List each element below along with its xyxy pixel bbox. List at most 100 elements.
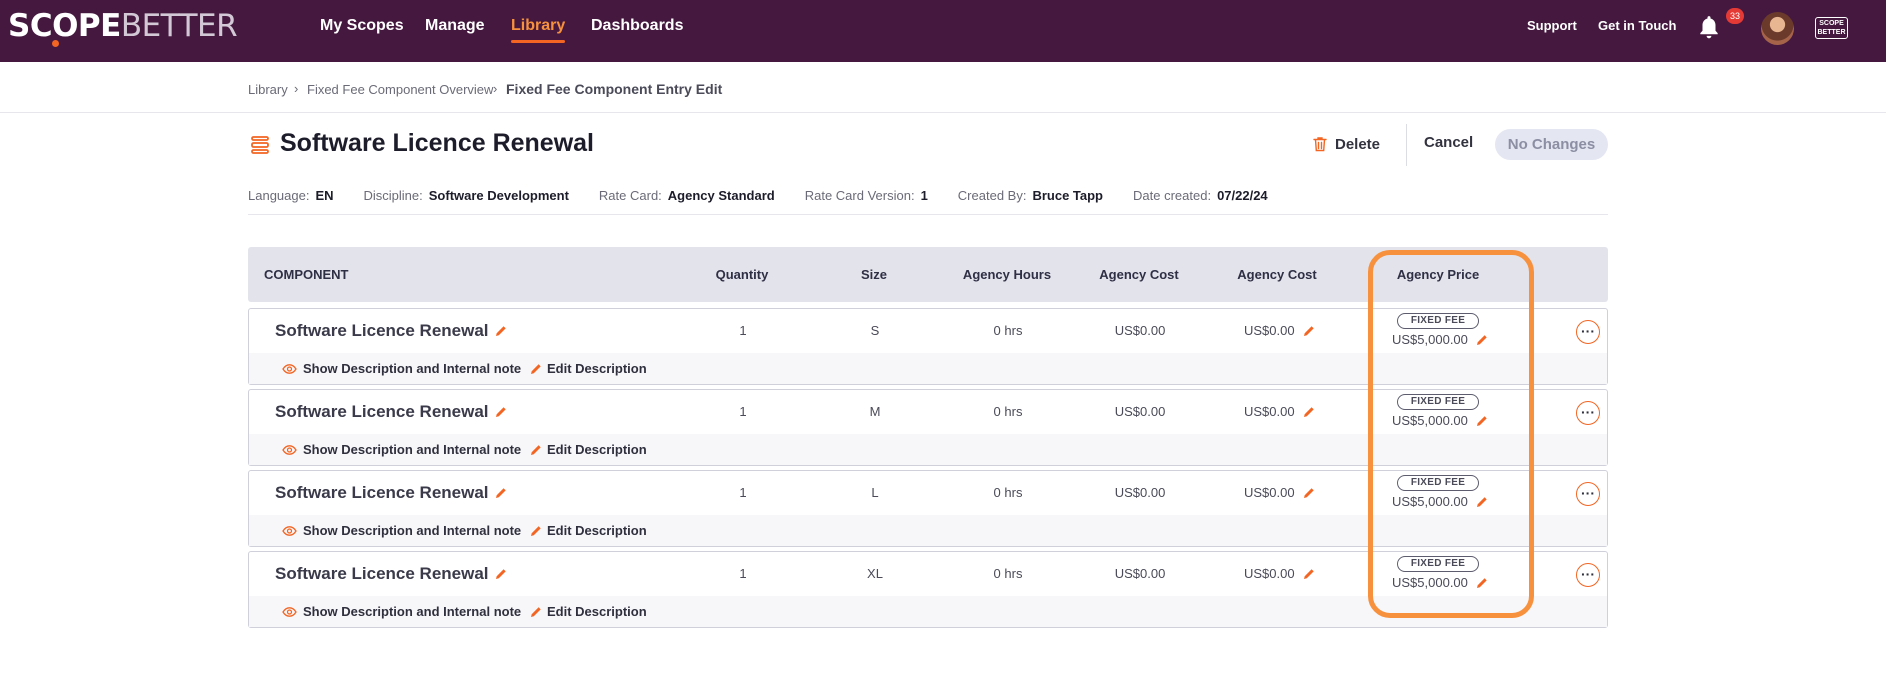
pencil-icon[interactable] bbox=[1476, 415, 1488, 427]
pencil-icon[interactable] bbox=[495, 406, 507, 418]
component-name[interactable]: Software Licence Renewal bbox=[275, 321, 507, 341]
pencil-icon[interactable] bbox=[495, 487, 507, 499]
nav-manage[interactable]: Manage bbox=[425, 17, 485, 35]
agency-cost-value: US$0.00 bbox=[1244, 404, 1295, 419]
agency-cost-editable-cell: US$0.00 bbox=[1244, 323, 1315, 338]
agency-cost-cell: US$0.00 bbox=[1114, 323, 1166, 338]
row-more-options-button[interactable] bbox=[1576, 401, 1600, 425]
nav-library[interactable]: Library bbox=[511, 17, 566, 43]
delete-label: Delete bbox=[1335, 135, 1381, 153]
quantity-cell: 1 bbox=[739, 404, 747, 419]
eye-icon bbox=[282, 363, 297, 374]
notification-bell-icon[interactable] bbox=[1696, 14, 1722, 40]
notification-count-badge: 33 bbox=[1726, 8, 1744, 24]
delete-button[interactable]: Delete bbox=[1313, 132, 1380, 156]
agency-price-value: US$5,000.00 bbox=[1392, 413, 1468, 428]
created-by-label: Created By: bbox=[957, 188, 1027, 203]
show-description-link[interactable]: Show Description and Internal note bbox=[282, 604, 521, 619]
logo-dot bbox=[52, 40, 59, 47]
pencil-icon[interactable] bbox=[1303, 568, 1315, 580]
edit-description-label: Edit Description bbox=[547, 523, 647, 538]
page-title: Software Licence Renewal bbox=[280, 129, 595, 157]
header-quantity: Quantity bbox=[715, 267, 769, 282]
cancel-button[interactable]: Cancel bbox=[1424, 134, 1473, 151]
nav-dashboards[interactable]: Dashboards bbox=[591, 17, 683, 35]
pencil-icon[interactable] bbox=[495, 568, 507, 580]
pencil-icon[interactable] bbox=[1303, 487, 1315, 499]
table-header: COMPONENT Quantity Size Agency Hours Age… bbox=[248, 247, 1608, 302]
breadcrumb-fixed-fee-overview[interactable]: Fixed Fee Component Overview bbox=[307, 82, 493, 97]
agency-hours-cell: 0 hrs bbox=[993, 323, 1023, 338]
workspace-logo[interactable]: SCOPE BETTER bbox=[1815, 17, 1848, 39]
component-name-text: Software Licence Renewal bbox=[275, 564, 489, 583]
edit-description-label: Edit Description bbox=[547, 604, 647, 619]
agency-price-cell: US$5,000.00 bbox=[1392, 494, 1488, 509]
nav-my-scopes[interactable]: My Scopes bbox=[320, 17, 404, 35]
scopebetter-logo[interactable]: SCOPEBETTER bbox=[8, 8, 238, 47]
row-more-options-button[interactable] bbox=[1576, 482, 1600, 506]
agency-price-value: US$5,000.00 bbox=[1392, 332, 1468, 347]
save-button[interactable]: No Changes bbox=[1495, 129, 1608, 160]
agency-cost-editable-cell: US$0.00 bbox=[1244, 404, 1315, 419]
pencil-icon bbox=[531, 606, 541, 617]
fixed-fee-badge: FIXED FEE bbox=[1397, 394, 1479, 410]
agency-cost-editable-cell: US$0.00 bbox=[1244, 485, 1315, 500]
table-row: Software Licence Renewal 1 S 0 hrs US$0.… bbox=[248, 308, 1608, 385]
quantity-cell: 1 bbox=[739, 485, 747, 500]
size-cell: L bbox=[871, 485, 879, 500]
rate-card-value: Agency Standard bbox=[667, 188, 775, 203]
row-more-options-button[interactable] bbox=[1576, 320, 1600, 344]
pencil-icon[interactable] bbox=[1476, 577, 1488, 589]
show-description-link[interactable]: Show Description and Internal note bbox=[282, 442, 521, 457]
edit-description-label: Edit Description bbox=[547, 361, 647, 376]
component-name[interactable]: Software Licence Renewal bbox=[275, 564, 507, 584]
pencil-icon[interactable] bbox=[1476, 496, 1488, 508]
component-name-text: Software Licence Renewal bbox=[275, 483, 489, 502]
breadcrumb-library[interactable]: Library bbox=[248, 82, 288, 97]
header-agency-hours: Agency Hours bbox=[962, 267, 1052, 282]
fixed-fee-badge: FIXED FEE bbox=[1397, 313, 1479, 329]
show-description-label: Show Description and Internal note bbox=[303, 523, 522, 538]
pencil-icon[interactable] bbox=[1303, 325, 1315, 337]
header-size: Size bbox=[860, 267, 888, 282]
agency-price-cell: US$5,000.00 bbox=[1392, 575, 1488, 590]
agency-price-cell: US$5,000.00 bbox=[1392, 332, 1488, 347]
edit-description-link[interactable]: Edit Description bbox=[530, 604, 647, 619]
user-avatar[interactable] bbox=[1761, 12, 1794, 45]
edit-description-link[interactable]: Edit Description bbox=[530, 361, 647, 376]
trash-icon bbox=[1313, 137, 1327, 152]
edit-description-link[interactable]: Edit Description bbox=[530, 442, 647, 457]
pencil-icon bbox=[531, 525, 541, 536]
entry-metadata: Language: EN Discipline: Software Developm… bbox=[248, 188, 1298, 203]
created-by-value: Bruce Tapp bbox=[1032, 188, 1104, 203]
table-row: Software Licence Renewal 1 M 0 hrs US$0.… bbox=[248, 389, 1608, 466]
pencil-icon[interactable] bbox=[1303, 406, 1315, 418]
header-agency-cost: Agency Cost bbox=[1099, 267, 1179, 282]
breadcrumb-separator: › bbox=[493, 81, 498, 96]
row-more-options-button[interactable] bbox=[1576, 563, 1600, 587]
agency-hours-cell: 0 hrs bbox=[993, 566, 1023, 581]
date-created-label: Date created: bbox=[1133, 188, 1212, 203]
get-in-touch-link[interactable]: Get in Touch bbox=[1598, 18, 1676, 33]
pencil-icon[interactable] bbox=[495, 325, 507, 337]
fixed-fee-badge: FIXED FEE bbox=[1397, 556, 1479, 572]
component-name[interactable]: Software Licence Renewal bbox=[275, 402, 507, 422]
edit-description-link[interactable]: Edit Description bbox=[530, 523, 647, 538]
component-stack-icon bbox=[251, 136, 269, 154]
pencil-icon bbox=[531, 363, 541, 374]
support-link[interactable]: Support bbox=[1527, 18, 1577, 33]
logo-primary-text: SCOPE bbox=[8, 8, 121, 44]
agency-cost-value: US$0.00 bbox=[1244, 566, 1295, 581]
language-label: Language: bbox=[248, 188, 310, 203]
agency-hours-cell: 0 hrs bbox=[993, 404, 1023, 419]
metadata-divider bbox=[248, 214, 1608, 215]
show-description-link[interactable]: Show Description and Internal note bbox=[282, 361, 521, 376]
pencil-icon[interactable] bbox=[1476, 334, 1488, 346]
show-description-link[interactable]: Show Description and Internal note bbox=[282, 523, 521, 538]
agency-cost-value: US$0.00 bbox=[1244, 323, 1295, 338]
rate-card-version-label: Rate Card Version: bbox=[804, 188, 915, 203]
rate-card-label: Rate Card: bbox=[598, 188, 662, 203]
component-name[interactable]: Software Licence Renewal bbox=[275, 483, 507, 503]
show-description-label: Show Description and Internal note bbox=[303, 361, 522, 376]
header-agency-cost-2: Agency Cost bbox=[1237, 267, 1317, 282]
